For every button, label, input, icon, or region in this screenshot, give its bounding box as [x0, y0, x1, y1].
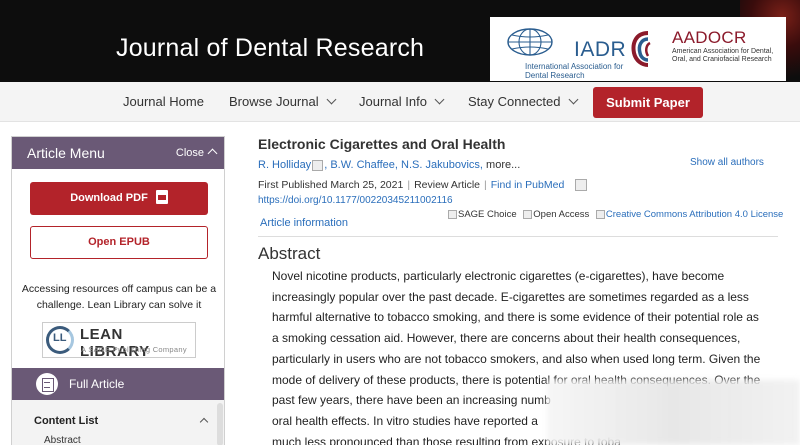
- document-icon: [36, 373, 58, 395]
- society-logos: IADR International Association for Denta…: [490, 17, 786, 81]
- iadr-globe-icon: [507, 28, 553, 56]
- author-link[interactable]: N.S. Jakubovics: [401, 159, 480, 171]
- publication-info: First Published March 25, 2021 | Review Ar…: [258, 179, 588, 192]
- orcid-icon[interactable]: [312, 159, 324, 171]
- iadr-name: IADR: [574, 38, 627, 61]
- obscured-region: [547, 380, 800, 445]
- aadocr-logo[interactable]: AADOCR American Association for Dental, …: [628, 25, 778, 75]
- content-list-panel: Content List Abstract: [12, 400, 224, 445]
- article-type: Review Article: [414, 179, 481, 191]
- author-list: R. Holliday, B.W. Chaffee, N.S. Jakubovi…: [258, 159, 521, 171]
- article-menu-title: Article Menu: [27, 145, 105, 161]
- access-badges: SAGE Choice Open Access Creative Commons…: [448, 209, 783, 220]
- chevron-up-icon[interactable]: [199, 417, 209, 427]
- close-menu-button[interactable]: Close: [175, 147, 218, 159]
- content-list-toggle[interactable]: Content List: [34, 415, 98, 427]
- aadocr-emblem-icon: [631, 31, 651, 67]
- abstract-heading: Abstract: [258, 244, 321, 263]
- nav-browse-journal[interactable]: Browse Journal: [229, 94, 337, 109]
- chevron-up-icon: [207, 148, 218, 159]
- off-campus-access-text: Accessing resources off campus can be a …: [21, 283, 217, 311]
- aadocr-name: AADOCR: [672, 28, 747, 47]
- nav-label: Stay Connected: [468, 94, 561, 109]
- section-divider: [258, 236, 778, 237]
- download-pdf-button[interactable]: Download PDF: [30, 182, 208, 215]
- nav-label: Journal Home: [123, 94, 204, 109]
- full-article-section[interactable]: Full Article: [12, 368, 224, 400]
- journal-title[interactable]: Journal of Dental Research: [116, 34, 424, 63]
- published-date: First Published March 25, 2021: [258, 179, 404, 191]
- more-authors-link[interactable]: more...: [486, 159, 520, 171]
- find-in-pubmed-link[interactable]: Find in PubMed: [491, 179, 565, 191]
- lean-library-tagline: A SAGE Publishing Company: [81, 345, 187, 354]
- download-pdf-label: Download PDF: [70, 192, 148, 204]
- chevron-down-icon: [326, 94, 337, 105]
- author-link[interactable]: R. Holliday: [258, 159, 311, 171]
- abstract-line: a smoking cessation aid. However, there …: [272, 331, 741, 346]
- open-epub-button[interactable]: Open EPUB: [30, 226, 208, 259]
- lean-library-name: LEAN LIBRARY: [80, 326, 150, 360]
- pdf-icon: [155, 190, 168, 204]
- article-menu-header: Article Menu Close: [12, 137, 224, 169]
- chevron-down-icon: [568, 94, 578, 105]
- aadocr-subtitle: American Association for Dental, Oral, a…: [672, 48, 774, 63]
- abstract-line: increasingly popular over the past decad…: [272, 289, 749, 304]
- chevron-down-icon: [434, 94, 445, 105]
- iadr-subtitle: International Association for Dental Res…: [525, 62, 624, 80]
- abstract-line: Novel nicotine products, particularly el…: [272, 269, 725, 283]
- submit-paper-button[interactable]: Submit Paper: [593, 87, 703, 118]
- show-all-authors-link[interactable]: Show all authors: [690, 157, 764, 168]
- nav-journal-home[interactable]: Journal Home: [123, 94, 204, 109]
- lean-library-icon: LL: [46, 326, 74, 354]
- author-link[interactable]: B.W. Chaffee: [330, 159, 395, 171]
- license-link[interactable]: Creative Commons Attribution 4.0 License: [606, 209, 783, 220]
- open-access-badge: Open Access: [533, 209, 590, 220]
- nav-label: Journal Info: [359, 94, 427, 109]
- abstract-line: harmful alternative to tobacco smoking, …: [272, 310, 759, 325]
- nav-stay-connected[interactable]: Stay Connected: [468, 94, 578, 109]
- site-header: Journal of Dental Research IADR Internat…: [0, 0, 800, 82]
- nav-label: Browse Journal: [229, 94, 319, 109]
- abstract-line: particularly in users who are not tobacc…: [272, 351, 761, 366]
- article-menu-sidebar: Article Menu Close Download PDF Open EPU…: [11, 136, 225, 445]
- content-list-item-abstract[interactable]: Abstract: [44, 435, 81, 445]
- full-article-label: Full Article: [69, 377, 125, 391]
- close-label: Close: [175, 147, 204, 159]
- sage-choice-icon: [448, 209, 457, 219]
- open-access-icon: [523, 209, 533, 219]
- sage-choice-badge: SAGE Choice: [458, 209, 517, 220]
- altmetric-icon[interactable]: [575, 179, 588, 192]
- nav-journal-info[interactable]: Journal Info: [359, 94, 445, 109]
- article-information-link[interactable]: Article information: [260, 217, 348, 229]
- lean-library-logo[interactable]: LL LEAN LIBRARY A SAGE Publishing Compan…: [42, 322, 196, 360]
- sidebar-scrollbar[interactable]: [217, 403, 223, 445]
- iadr-logo[interactable]: IADR International Association for Denta…: [506, 25, 627, 80]
- main-nav: Journal Home Browse Journal Journal Info…: [0, 82, 800, 122]
- doi-link[interactable]: https://doi.org/10.1177/0022034521100211…: [258, 195, 453, 206]
- article-title: Electronic Cigarettes and Oral Health: [258, 136, 506, 152]
- creative-commons-icon: [595, 209, 605, 219]
